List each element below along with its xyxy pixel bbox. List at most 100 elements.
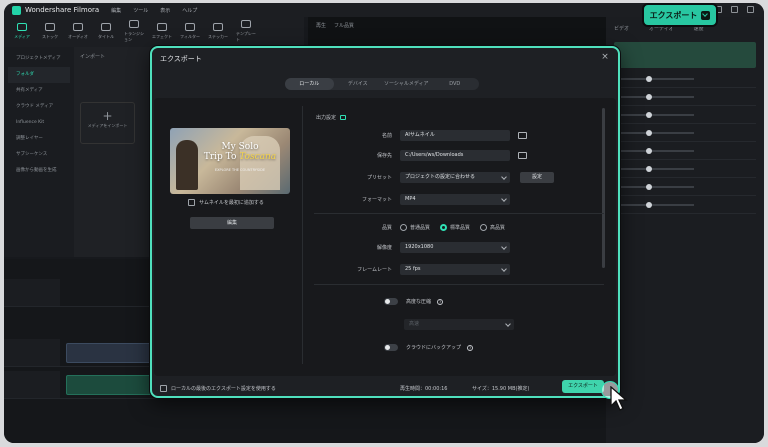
edit-thumbnail-button[interactable]: 編集	[190, 217, 274, 229]
export-target-tabs: ローカル デバイス ソーシャルメディア DVD	[285, 78, 479, 90]
property-slider[interactable]	[614, 201, 694, 208]
size-info: サイズ：15.90 MB(推定)	[472, 385, 530, 392]
tab-local[interactable]: ローカル	[285, 78, 334, 90]
plus-icon: +	[102, 109, 113, 123]
quality-option-label: 高品質	[490, 225, 506, 231]
thumbnail-subtitle: EXPLORE THE COUNTRYSIDE	[214, 168, 266, 172]
property-row	[614, 106, 756, 124]
help-icon[interactable]: ?	[437, 298, 444, 305]
sidebar-item-folder[interactable]: フォルダ	[8, 67, 70, 83]
sidebar-item-shared-media[interactable]: 共有メディア	[8, 83, 70, 99]
save-path-field[interactable]: C:/Users/ws/Downloads	[400, 150, 510, 161]
help-icon[interactable]: ?	[467, 344, 474, 351]
preset-settings-button[interactable]: 設定	[520, 172, 554, 183]
menu-help[interactable]: ヘルプ	[182, 7, 197, 14]
maximize-icon[interactable]	[731, 6, 738, 13]
name-label: 名前	[381, 133, 392, 139]
quality-low-radio[interactable]: 普通品質	[400, 224, 430, 231]
sidebar-item-image-to-video[interactable]: 画像から動画を生成	[8, 163, 70, 179]
toolbar-label: オーディオ	[68, 33, 88, 39]
export-button[interactable]: エクスポート	[562, 380, 604, 393]
tab-device[interactable]: デバイス	[334, 78, 383, 90]
resolution-select[interactable]: 1920x1080	[400, 242, 510, 253]
quality-standard-radio[interactable]: 標準品質	[440, 224, 470, 231]
stock-icon	[45, 22, 55, 31]
sidebar-item-influence-kit[interactable]: Influence Kit	[8, 115, 70, 131]
menu-tools[interactable]: ツール	[133, 7, 148, 14]
toolbar-label: トランジション	[124, 30, 144, 42]
toolbar-label: テンプレート	[236, 30, 256, 42]
output-settings-header: 出力設定	[316, 114, 347, 121]
toolbar-transition[interactable]: トランジション	[124, 17, 144, 45]
use-last-settings-checkbox[interactable]: ローカルの最後のエクスポート設定を使用する	[160, 384, 276, 392]
radio-icon	[480, 224, 488, 231]
dialog-footer: ローカルの最後のエクスポート設定を使用する 再生時間：00:00:16 サイズ：…	[152, 378, 618, 396]
settings-scrollbar[interactable]	[602, 108, 605, 268]
property-slider[interactable]	[614, 147, 694, 154]
property-slider[interactable]	[614, 111, 694, 118]
audio-clip[interactable]	[66, 375, 158, 395]
filter-icon	[185, 22, 195, 31]
toolbar-effect[interactable]: エフェクト	[152, 17, 172, 45]
transition-icon	[129, 19, 139, 28]
compression-mode-row: 高速	[404, 319, 514, 330]
close-icon[interactable]: ×	[600, 52, 610, 62]
ai-name-icon[interactable]	[518, 132, 527, 139]
format-row: フォーマット MP4	[316, 194, 510, 205]
property-row	[614, 142, 756, 160]
close-window-icon[interactable]	[747, 6, 754, 13]
framerate-select[interactable]: 25 fps	[400, 264, 510, 275]
sidebar-item-subsequence[interactable]: サブシーケンス	[8, 147, 70, 163]
advanced-compression-toggle[interactable]	[384, 298, 398, 305]
preset-select[interactable]: プロジェクトの設定に合わせる	[400, 172, 510, 183]
property-slider[interactable]	[614, 75, 694, 82]
resolution-label: 解像度	[376, 245, 392, 251]
top-export-button[interactable]: エクスポート	[642, 3, 718, 27]
property-row	[614, 88, 756, 106]
compression-mode-select[interactable]: 高速	[404, 319, 514, 330]
thumbnail-preview: My Solo Trip To Toscana EXPLORE THE COUN…	[170, 128, 290, 194]
toolbar-title[interactable]: タイトル	[96, 17, 116, 45]
sidebar-item-project-media[interactable]: プロジェクトメディア	[8, 51, 70, 67]
filmora-logo-icon	[12, 5, 21, 15]
divider	[302, 106, 303, 364]
menu-view[interactable]: 表示	[160, 7, 170, 14]
add-thumbnail-checkbox[interactable]: サムネイルを最初に追加する	[188, 199, 264, 206]
toolbar-filter[interactable]: フィルター	[180, 17, 200, 45]
video-clip[interactable]	[66, 343, 158, 363]
checkbox-icon	[188, 199, 195, 206]
template-icon	[241, 19, 251, 28]
name-field[interactable]: AIサムネイル	[400, 130, 510, 141]
toolbar-sticker[interactable]: ステッカー	[208, 17, 228, 45]
tab-video[interactable]: ビデオ	[614, 25, 629, 32]
sidebar-item-adjustment-layer[interactable]: 調整レイヤー	[8, 131, 70, 147]
preset-row: プリセット プロジェクトの設定に合わせる 設定	[316, 172, 554, 183]
folder-icon[interactable]	[518, 152, 527, 159]
ai-settings-icon[interactable]	[340, 115, 347, 120]
toolbar-media[interactable]: メディア	[12, 17, 32, 45]
divider	[314, 284, 604, 285]
property-slider[interactable]	[614, 183, 694, 190]
title-icon	[101, 22, 111, 31]
format-select[interactable]: MP4	[400, 194, 510, 205]
menu-edit[interactable]: 編集	[111, 7, 121, 14]
toolbar-audio[interactable]: オーディオ	[68, 17, 88, 45]
audio-icon	[73, 22, 83, 31]
tab-social-media[interactable]: ソーシャルメディア	[382, 78, 431, 90]
sidebar-item-cloud-media[interactable]: クラウド メディア	[8, 99, 70, 115]
advanced-compression-row: 高度な圧縮 ?	[384, 298, 444, 305]
audio-waveform	[614, 42, 756, 68]
import-media-tile[interactable]: + メディアをインポート	[80, 102, 135, 144]
cloud-backup-toggle[interactable]	[384, 344, 398, 351]
tab-dvd[interactable]: DVD	[431, 78, 480, 90]
main-toolbar: メディア ストック オーディオ タイトル トランジション エフェクト フィルター…	[4, 17, 304, 47]
quality-high-radio[interactable]: 高品質	[480, 224, 505, 231]
toolbar-template[interactable]: テンプレート	[236, 17, 256, 45]
quality-select[interactable]: フル品質	[334, 22, 354, 29]
property-slider[interactable]	[614, 129, 694, 136]
property-slider[interactable]	[614, 93, 694, 100]
preview-bar: 再生 フル品質	[308, 17, 606, 33]
property-slider[interactable]	[614, 165, 694, 172]
toolbar-stock[interactable]: ストック	[40, 17, 60, 45]
toolbar-label: タイトル	[98, 33, 114, 39]
